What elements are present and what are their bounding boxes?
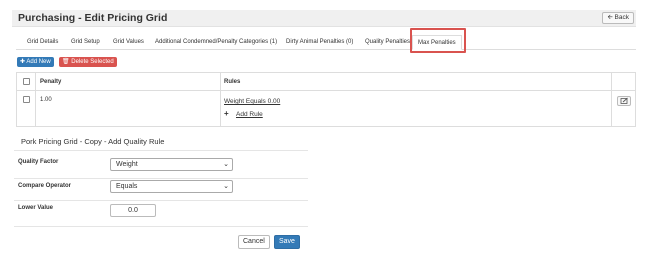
- penalty-value: 1.00: [40, 97, 52, 103]
- cancel-button[interactable]: Cancel: [238, 235, 270, 249]
- page-title: Purchasing - Edit Pricing Grid: [18, 12, 168, 24]
- tab-grid-setup[interactable]: Grid Setup: [66, 35, 105, 50]
- compare-operator-row: Compare Operator Equals ⌄: [14, 178, 308, 200]
- add-new-button[interactable]: ✚ Add New: [17, 57, 54, 67]
- add-new-label: Add New: [26, 59, 51, 65]
- compare-operator-value: Equals: [116, 183, 138, 190]
- column-header-rules: Rules: [224, 79, 241, 85]
- grid-divider: [220, 73, 221, 126]
- grid-header-row: [17, 73, 635, 91]
- arrow-left-icon: 🡨: [607, 14, 613, 21]
- save-button[interactable]: Save: [274, 235, 300, 249]
- edit-icon: [620, 97, 628, 104]
- quality-factor-row: Quality Factor Weight ⌄: [14, 151, 308, 178]
- rule-link[interactable]: Weight Equals 0.00: [224, 98, 280, 105]
- quality-factor-value: Weight: [116, 161, 138, 168]
- chevron-down-icon: ⌄: [223, 161, 229, 168]
- select-all-checkbox[interactable]: [23, 78, 30, 85]
- lower-value-label: Lower Value: [18, 205, 54, 211]
- grid-divider: [611, 73, 612, 126]
- grid-divider: [35, 73, 36, 126]
- tab-dirty-animal-penalties[interactable]: Dirty Animal Penalties (0): [281, 35, 358, 50]
- back-button[interactable]: 🡨 Back: [602, 12, 634, 24]
- lower-value-row: Lower Value 0.0: [14, 200, 308, 225]
- penalties-grid: Penalty Rules 1.00 Weight Equals 0.00 + …: [16, 72, 636, 127]
- tab-grid-values[interactable]: Grid Values: [108, 35, 149, 50]
- delete-selected-button[interactable]: 🗑 Delete Selected: [59, 57, 117, 67]
- dialog-title: Pork Pricing Grid - Copy - Add Quality R…: [21, 137, 165, 146]
- trash-icon: 🗑: [62, 59, 70, 65]
- add-rule-link[interactable]: Add Rule: [236, 111, 263, 118]
- compare-operator-select[interactable]: Equals ⌄: [110, 180, 233, 193]
- column-header-penalty: Penalty: [40, 79, 62, 85]
- back-label: Back: [614, 14, 629, 21]
- tab-bar: Grid Details Grid Setup Grid Values Addi…: [16, 32, 636, 50]
- row-checkbox[interactable]: [23, 96, 30, 103]
- chevron-down-icon: ⌄: [223, 183, 229, 190]
- tab-grid-details[interactable]: Grid Details: [22, 35, 63, 50]
- delete-selected-label: Delete Selected: [71, 59, 114, 65]
- edit-row-button[interactable]: [617, 96, 631, 106]
- add-quality-rule-dialog: Pork Pricing Grid - Copy - Add Quality R…: [14, 130, 308, 258]
- compare-operator-label: Compare Operator: [18, 183, 72, 189]
- tab-additional-condemned[interactable]: Additional Condemned/Penalty Categories …: [150, 35, 282, 50]
- plus-icon: +: [224, 109, 229, 118]
- page-header: Purchasing - Edit Pricing Grid 🡨 Back: [12, 10, 636, 27]
- quality-factor-select[interactable]: Weight ⌄: [110, 158, 233, 171]
- lower-value-input[interactable]: 0.0: [110, 204, 156, 217]
- plus-circle-icon: ✚: [20, 59, 26, 65]
- quality-factor-label: Quality Factor: [18, 159, 59, 165]
- tab-quality-penalties[interactable]: Quality Penalties: [360, 35, 415, 50]
- dialog-divider: [14, 226, 308, 227]
- highlight-annotation: [410, 28, 466, 53]
